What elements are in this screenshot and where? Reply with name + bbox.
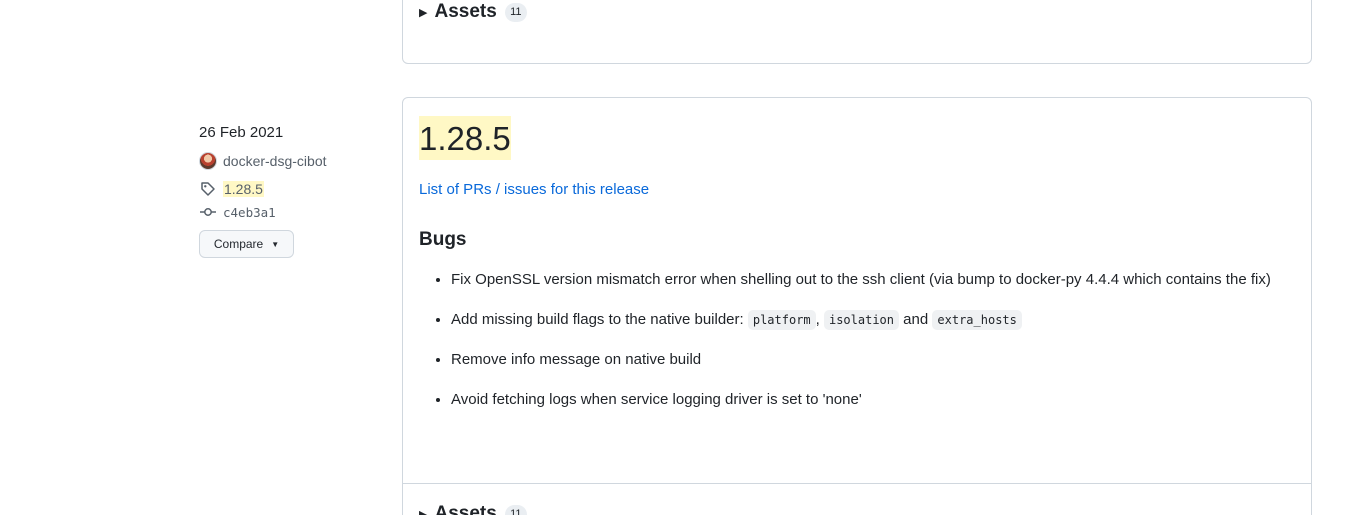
list-item: Fix OpenSSL version mismatch error when … xyxy=(451,268,1299,291)
code-isolation: isolation xyxy=(823,310,900,330)
previous-release-card: ▶ Assets 11 xyxy=(402,0,1312,64)
git-commit-icon xyxy=(199,203,217,221)
triangle-right-icon: ▶ xyxy=(419,6,428,19)
triangle-right-icon: ▶ xyxy=(419,508,428,515)
release-tag[interactable]: 1.28.5 xyxy=(199,180,389,198)
releases-page: ▶ Assets 11 26 Feb 2021 docker-dsg-cibot… xyxy=(0,0,1356,515)
assets-label: Assets xyxy=(434,1,497,22)
assets-count-badge: 11 xyxy=(504,2,527,22)
list-item: Avoid fetching logs when service logging… xyxy=(451,388,1299,411)
list-item: Add missing build flags to the native bu… xyxy=(451,308,1299,332)
tag-label[interactable]: 1.28.5 xyxy=(223,181,264,197)
release-meta: 26 Feb 2021 docker-dsg-cibot 1.28.5 c4eb… xyxy=(199,122,389,258)
avatar xyxy=(199,152,217,170)
assets-toggle[interactable]: ▶ Assets 11 xyxy=(419,503,527,515)
commit-sha[interactable]: c4eb3a1 xyxy=(223,205,276,220)
release-author[interactable]: docker-dsg-cibot xyxy=(199,152,389,170)
assets-count-badge: 11 xyxy=(504,504,527,515)
release-commit[interactable]: c4eb3a1 xyxy=(199,203,389,221)
release-issues-link[interactable]: List of PRs / issues for this release xyxy=(419,181,649,198)
release-title[interactable]: 1.28.5 xyxy=(419,116,511,160)
caret-down-icon: ▼ xyxy=(271,239,280,249)
compare-label: Compare xyxy=(213,237,264,251)
list-item: Remove info message on native build xyxy=(451,348,1299,371)
assets-label: Assets xyxy=(434,503,497,515)
author-name[interactable]: docker-dsg-cibot xyxy=(223,153,327,169)
code-extra-hosts: extra_hosts xyxy=(932,310,1022,330)
release-card: 1.28.5 List of PRs / issues for this rel… xyxy=(402,97,1312,515)
section-heading-bugs: Bugs xyxy=(419,229,467,250)
divider xyxy=(403,483,1311,484)
compare-button[interactable]: Compare ▼ xyxy=(199,230,294,258)
assets-toggle[interactable]: ▶ Assets 11 xyxy=(419,1,527,23)
code-platform: platform xyxy=(747,310,816,330)
bug-list: Fix OpenSSL version mismatch error when … xyxy=(419,268,1299,428)
tag-icon xyxy=(199,180,217,198)
release-date: 26 Feb 2021 xyxy=(199,124,284,141)
